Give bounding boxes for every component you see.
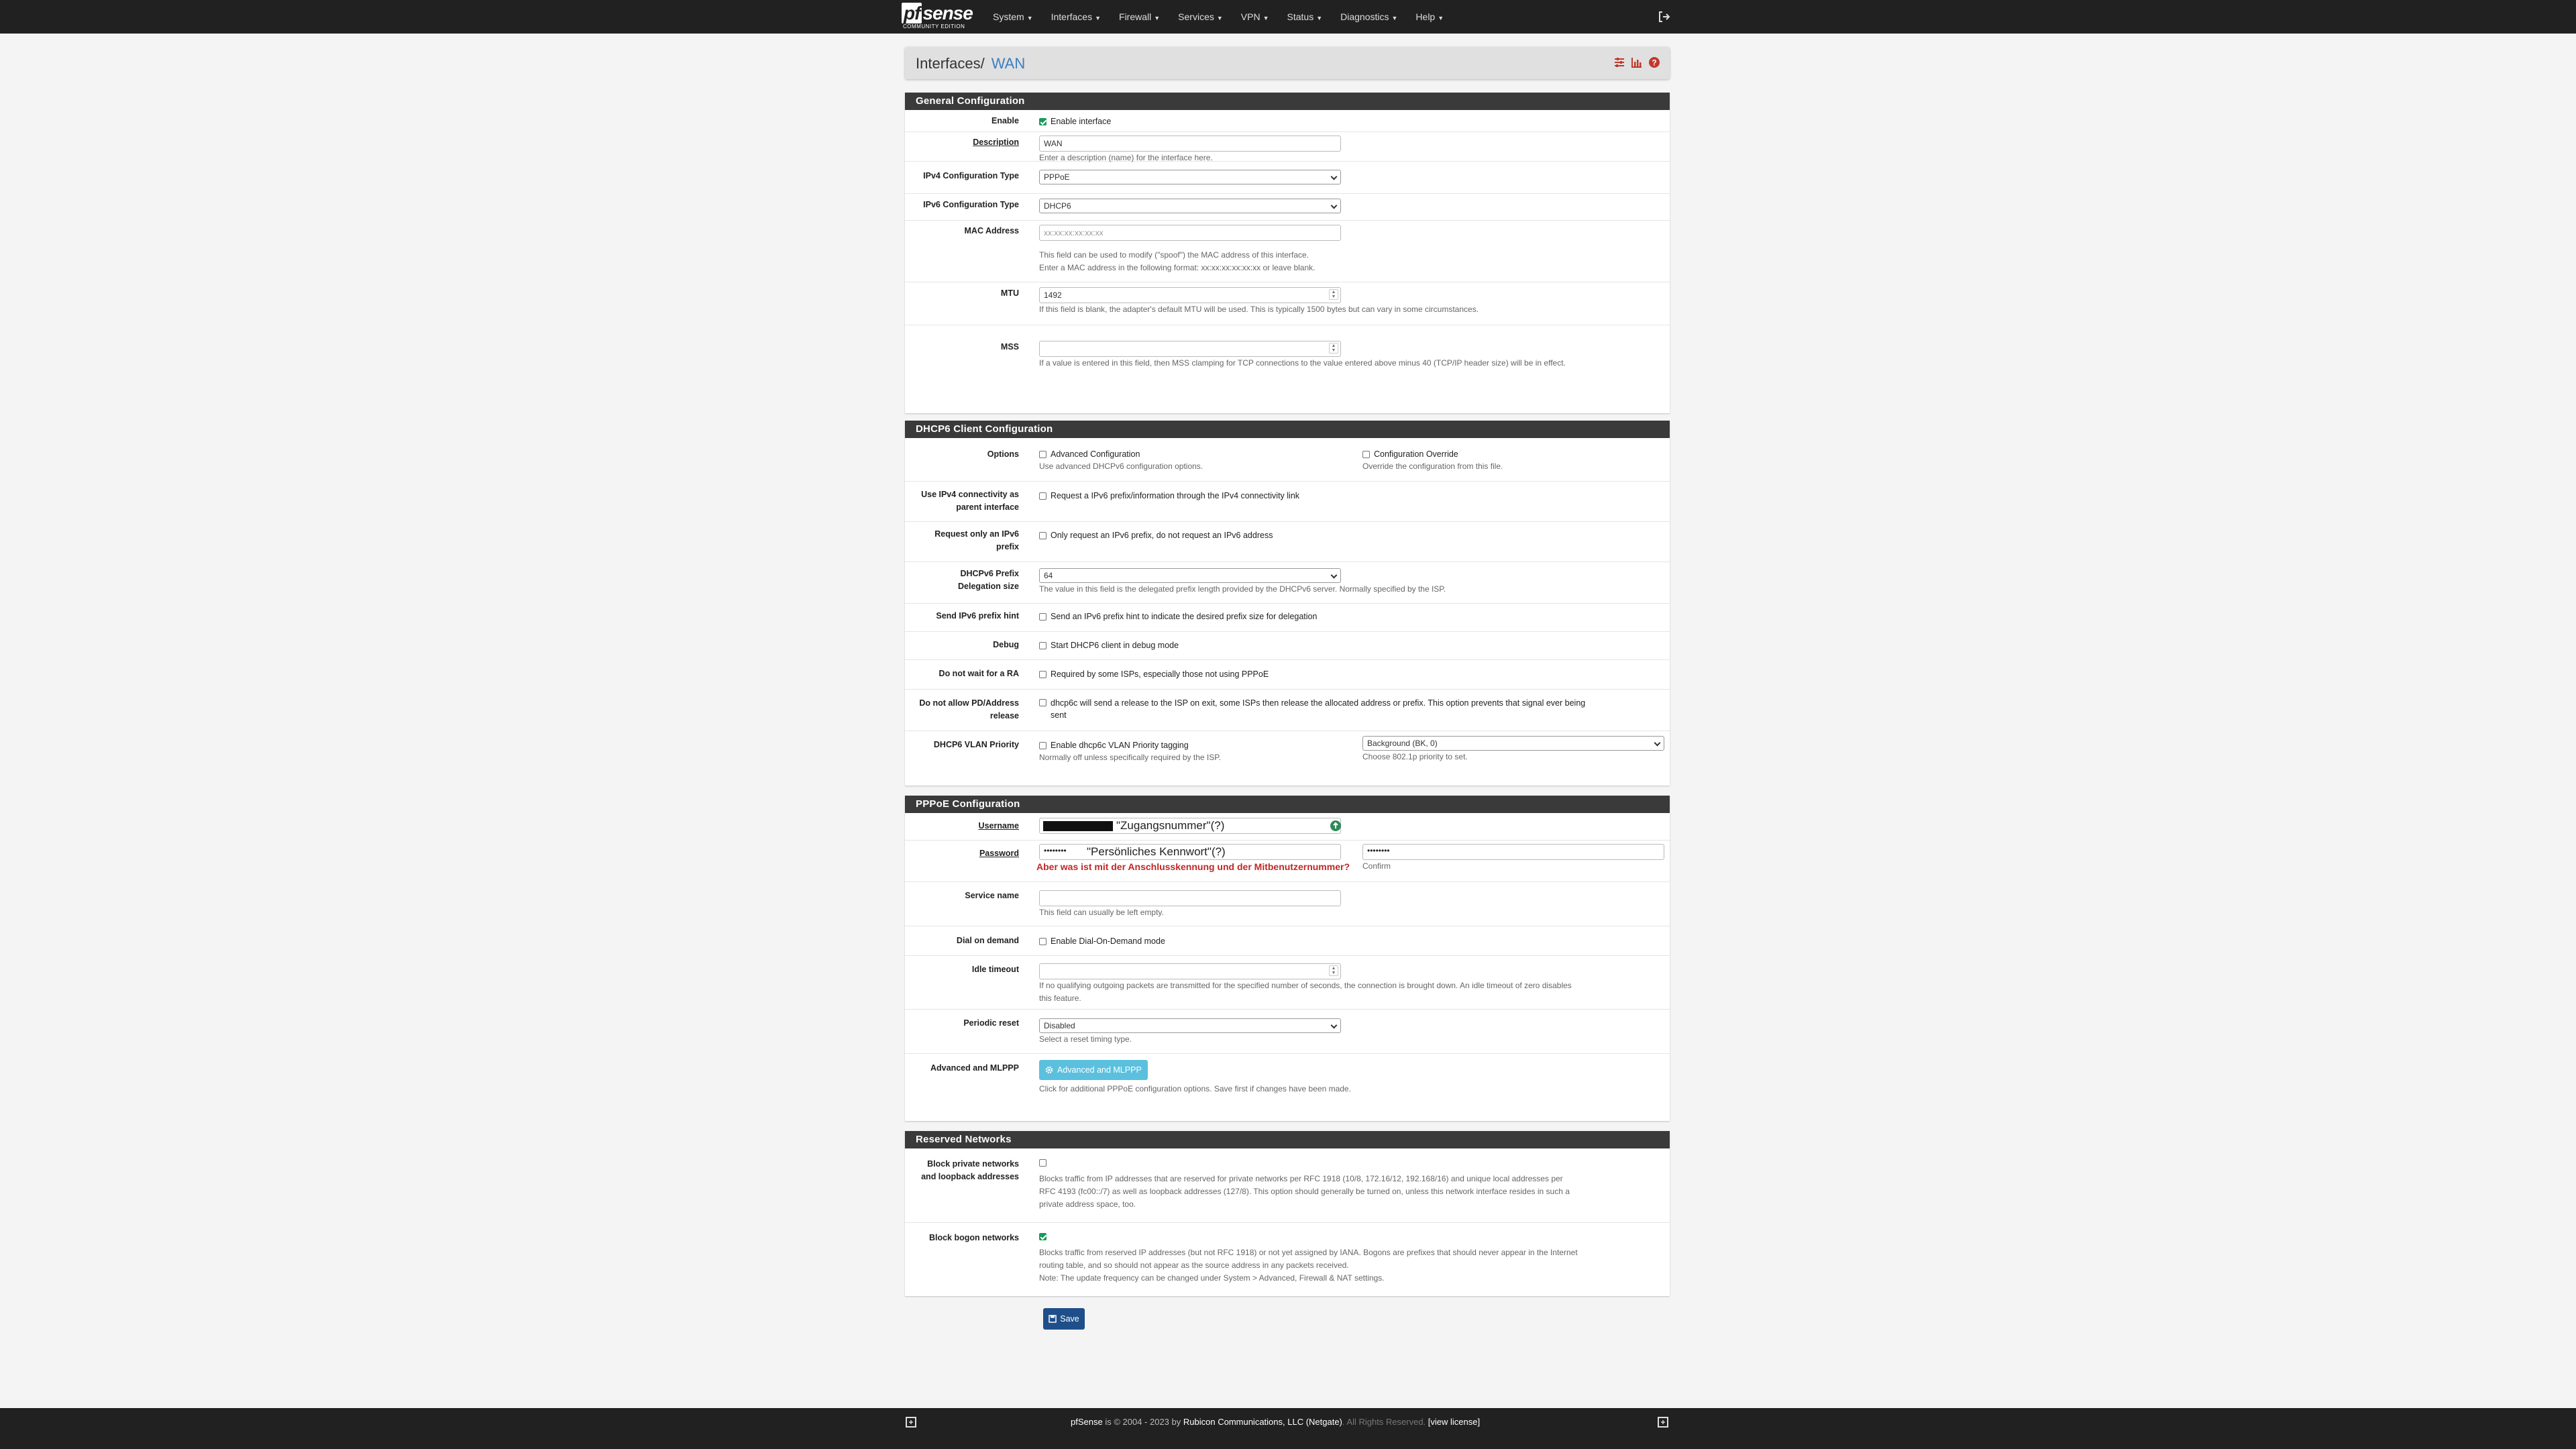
block-bogon-row: Block bogon networks Blocks traffic from… <box>928 1233 1578 1283</box>
menu-firewall[interactable]: Firewall ▼ <box>1110 0 1169 34</box>
advanced-config-checkbox[interactable] <box>1039 450 1046 458</box>
breadcrumb-parent[interactable]: Interfaces <box>916 55 981 72</box>
prefix-hint-row: Send IPv6 prefix hint Send an IPv6 prefi… <box>905 603 1670 632</box>
ipv6-type-select[interactable]: DHCP6 <box>1039 199 1341 213</box>
advanced-mlppp-button[interactable]: Advanced and MLPPP <box>1039 1060 1148 1080</box>
password-annotation: "Persönliches Kennwort"(?) <box>1087 845 1226 858</box>
top-navbar: pf sense COMMUNITY EDITION System ▼ Interf… <box>0 0 2576 34</box>
dhcp6-options-row: Options Advanced Configuration Use advan… <box>905 438 1670 482</box>
panel-heading: General Configuration <box>905 93 1670 110</box>
password-confirm-input[interactable]: •••••••• <box>1362 844 1664 860</box>
menu-services[interactable]: Services ▼ <box>1169 0 1232 34</box>
ipv6-type-row: IPv6 Configuration Type DHCP6 <box>905 193 1670 221</box>
vlan-priority-select[interactable]: Background (BK, 0) <box>1362 736 1664 751</box>
svg-text:?: ? <box>1652 58 1656 68</box>
menu-diagnostics[interactable]: Diagnostics ▼ <box>1331 0 1406 34</box>
enable-interface-checkbox[interactable] <box>1039 117 1046 125</box>
panel-heading: DHCP6 Client Configuration <box>905 421 1670 438</box>
save-icon <box>1049 1315 1057 1323</box>
help-icon[interactable]: ? <box>1648 56 1660 68</box>
ipv4-type-row: IPv4 Configuration Type PPPoE <box>905 161 1670 194</box>
enable-row: Enable Enable interface <box>905 110 1670 132</box>
description-input[interactable] <box>1039 136 1341 152</box>
reserved-networks-panel: Reserved Networks Block private networks… <box>905 1131 1670 1296</box>
menu-status[interactable]: Status ▼ <box>1278 0 1332 34</box>
username-annotation: "Zugangsnummer"(?) <box>1116 819 1225 832</box>
vlan-priority-checkbox[interactable] <box>1039 741 1046 749</box>
footer-right-icon[interactable] <box>1657 1416 1669 1428</box>
idle-timeout-spinner[interactable]: ▲ ▼ <box>1329 965 1338 976</box>
general-config-panel: General Configuration Enable Enable inte… <box>905 93 1670 413</box>
password-row: Password •••••••• "Persönliches Kennwort… <box>905 840 1670 882</box>
ipv4-parent-checkbox[interactable] <box>1039 492 1046 500</box>
service-name-row: Service name This field can usually be l… <box>905 881 1670 926</box>
panel-heading: Reserved Networks <box>905 1131 1670 1148</box>
no-ra-row: Do not wait for a RA Required by some IS… <box>905 659 1670 690</box>
periodic-reset-select[interactable]: Disabled <box>1039 1018 1341 1033</box>
breadcrumb-current[interactable]: WAN <box>991 55 1026 72</box>
menu-vpn[interactable]: VPN ▼ <box>1232 0 1278 34</box>
block-private-checkbox[interactable] <box>1039 1159 1046 1167</box>
footer: pfSense is © 2004 - 2023 by Rubicon Comm… <box>0 1408 2576 1449</box>
no-ra-checkbox[interactable] <box>1039 670 1046 678</box>
no-release-checkbox[interactable] <box>1039 699 1046 706</box>
mss-input[interactable] <box>1039 341 1341 357</box>
config-override-checkbox[interactable] <box>1362 450 1370 458</box>
pfsense-logo[interactable]: pf sense COMMUNITY EDITION <box>902 3 973 30</box>
idle-timeout-input[interactable] <box>1039 963 1341 979</box>
ipv4-type-select[interactable]: PPPoE <box>1039 170 1341 184</box>
save-button[interactable]: Save <box>1043 1308 1085 1330</box>
pppoe-config-panel: PPPoE Configuration Username "Zugangsnum… <box>905 796 1670 1121</box>
dial-on-demand-row: Dial on demand Enable Dial-On-Demand mod… <box>905 926 1670 956</box>
vlan-priority-row: DHCP6 VLAN Priority Enable dhcp6c VLAN P… <box>905 731 1670 786</box>
mac-address-row: MAC Address This field can be used to mo… <box>905 220 1670 282</box>
request-prefix-only-row: Request only an IPv6 prefix Only request … <box>905 521 1670 562</box>
logout-icon[interactable] <box>1657 9 1672 24</box>
menu-help[interactable]: Help ▼ <box>1406 0 1452 34</box>
password-manager-icon[interactable] <box>1330 820 1342 832</box>
bar-chart-icon[interactable] <box>1631 56 1643 68</box>
dhcp6-config-panel: DHCP6 Client Configuration Options Advan… <box>905 421 1670 786</box>
prefix-hint-checkbox[interactable] <box>1039 612 1046 621</box>
menu-system[interactable]: System ▼ <box>983 0 1042 34</box>
brand-edition: COMMUNITY EDITION <box>903 23 965 30</box>
block-bogon-checkbox[interactable] <box>1039 1233 1046 1240</box>
mtu-input[interactable] <box>1039 287 1341 303</box>
main-menu: System ▼ Interfaces ▼ Firewall ▼ Services ▼ … <box>983 0 1452 34</box>
service-name-input[interactable] <box>1039 890 1341 906</box>
periodic-reset-row: Periodic reset Disabled Select a reset t… <box>905 1009 1670 1054</box>
password-input[interactable]: •••••••• "Persönliches Kennwort"(?) <box>1039 844 1341 860</box>
ipv4-parent-row: Use IPv4 connectivity as parent interface… <box>905 481 1670 522</box>
mss-spinner[interactable]: ▲ ▼ <box>1329 343 1338 354</box>
username-redaction <box>1043 821 1113 831</box>
menu-interfaces[interactable]: Interfaces ▼ <box>1042 0 1110 34</box>
advanced-mlppp-row: Advanced and MLPPP Advanced and MLPPP Cl… <box>905 1053 1670 1121</box>
no-release-row: Do not allow PD/Address release dhcp6c wi… <box>905 689 1670 731</box>
request-prefix-only-checkbox[interactable] <box>1039 531 1046 539</box>
mss-row: MSS ▲ ▼ If a value is entered in this fie… <box>1000 341 1566 368</box>
debug-row: Debug Start DHCP6 client in debug mode <box>905 631 1670 660</box>
gear-icon <box>1045 1066 1053 1074</box>
mtu-spinner[interactable]: ▲ ▼ <box>1329 289 1338 300</box>
block-private-row: Block private networks and loopback addre… <box>905 1148 1670 1223</box>
footer-left-icon[interactable] <box>905 1416 917 1428</box>
debug-checkbox[interactable] <box>1039 641 1046 649</box>
username-row: Username "Zugangsnummer"(?) <box>905 813 1670 841</box>
mtu-row: MTU ▲▼ If this field is blank, the adapt… <box>905 282 1670 325</box>
footer-text: pfSense is © 2004 - 2023 by Rubicon Comm… <box>1071 1417 1481 1427</box>
username-input[interactable]: "Zugangsnummer"(?) <box>1039 818 1341 834</box>
prefix-delegation-row: DHCPv6 Prefix Delegation size 64 The valu… <box>905 561 1670 604</box>
netgate-link[interactable]: Rubicon Communications, LLC (Netgate) <box>1183 1417 1342 1427</box>
sliders-icon[interactable] <box>1613 56 1625 68</box>
prefix-delegation-select[interactable]: 64 <box>1039 568 1341 583</box>
annotation-question: Aber was ist mit der Anschlusskennung un… <box>1036 861 1350 872</box>
view-license-link[interactable]: [view license] <box>1428 1417 1480 1427</box>
breadcrumb: Interfaces/WAN ? <box>905 47 1670 79</box>
dial-on-demand-checkbox[interactable] <box>1039 937 1046 945</box>
idle-timeout-row: Idle timeout ▲ ▼ If no qualifying outgoin… <box>905 955 1670 1010</box>
panel-heading: PPPoE Configuration <box>905 796 1670 813</box>
description-row: Description Enter a description (name) f… <box>905 131 1670 162</box>
mac-address-input[interactable] <box>1039 225 1341 241</box>
